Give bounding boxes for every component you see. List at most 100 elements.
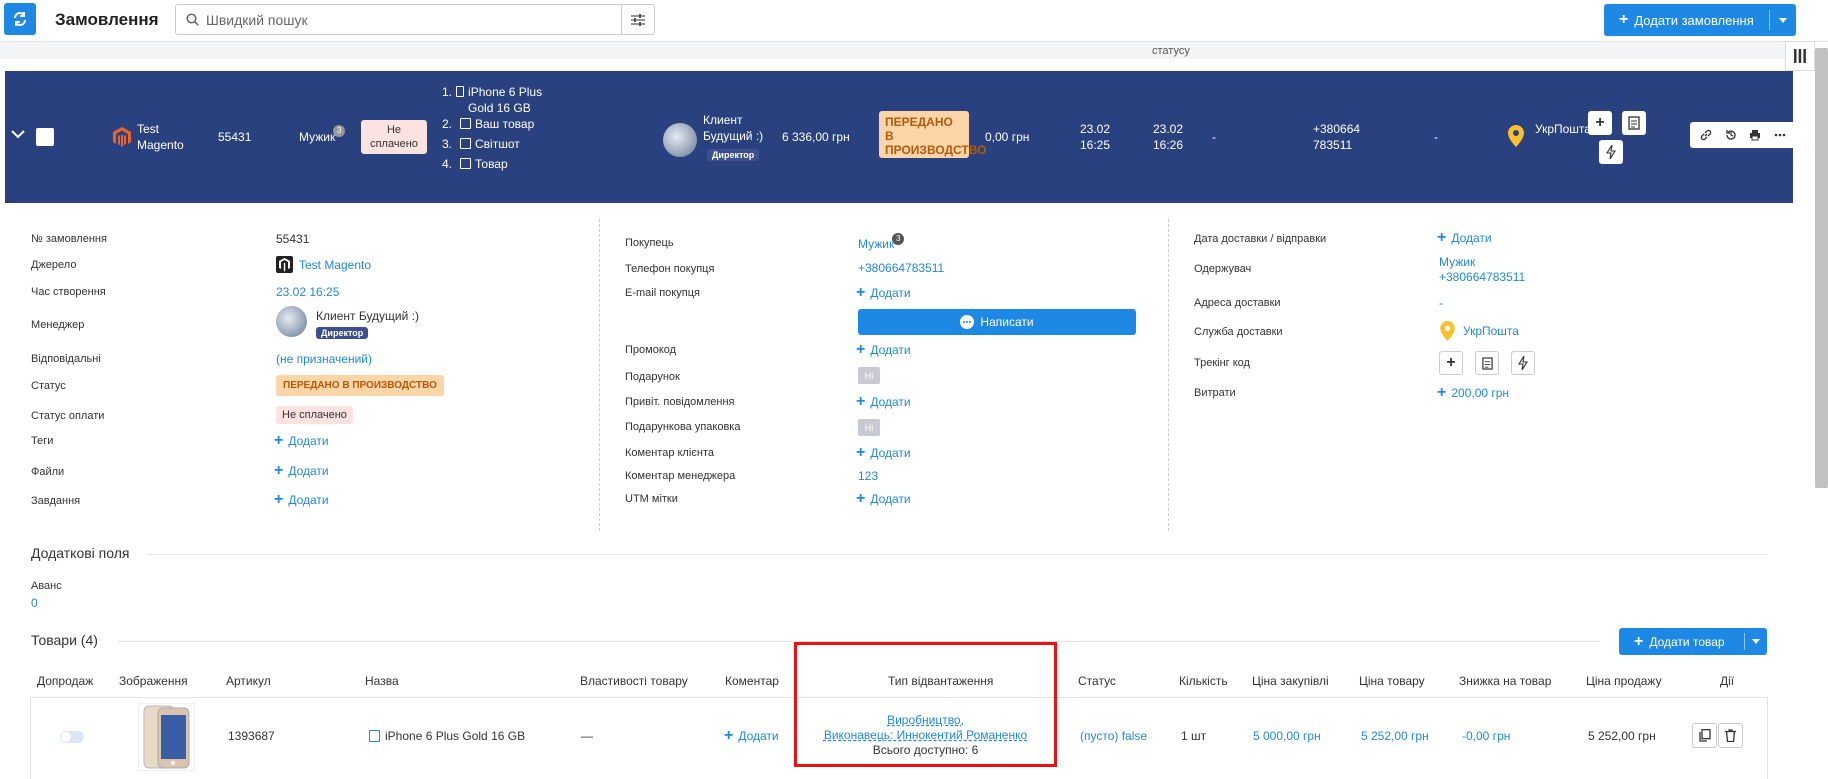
product-line: 3. Світшот [442, 137, 520, 151]
label-phone: Телефон покупця [625, 263, 715, 275]
order-row[interactable]: Test Magento 55431 Мужик 3 Не сплачено 1.… [5, 71, 1796, 203]
value-address[interactable]: - [1439, 296, 1443, 310]
filter-sliders-icon [631, 13, 645, 26]
map-pin-icon [1440, 321, 1455, 341]
cell-purchase-price[interactable]: 5 000,00 грн [1253, 729, 1321, 743]
copy-button[interactable] [1692, 723, 1717, 748]
cell-qty[interactable]: 1 шт [1181, 729, 1206, 743]
col-actions: Дії [1720, 674, 1735, 688]
link-icon[interactable] [1700, 129, 1712, 141]
label-gift: Подарунок [625, 371, 680, 383]
table-header-strip: статусу [0, 42, 1808, 59]
document-button[interactable] [1622, 111, 1646, 135]
label-email: E-mail покупця [625, 287, 700, 299]
order-delivery: УкрПошта [1535, 122, 1591, 136]
manager-role-badge: Директор [316, 325, 369, 339]
add-delivery-date-link[interactable]: + Додати [1437, 230, 1492, 246]
add-task-link[interactable]: + Додати [274, 491, 329, 508]
print-icon[interactable] [1749, 129, 1761, 141]
plus-icon: + [1619, 11, 1629, 28]
label-tasks: Завдання [31, 495, 81, 507]
costs-link[interactable]: +200,00 грн [1437, 384, 1509, 401]
more-icon[interactable] [1774, 129, 1786, 141]
add-tracking-button[interactable]: + [1439, 351, 1463, 375]
scrollbar[interactable] [1815, 48, 1828, 488]
product-line: 1. iPhone 6 Plus Gold 16 GB [442, 85, 543, 115]
search-input[interactable] [206, 10, 586, 30]
history-icon[interactable] [1725, 129, 1737, 141]
cell-shipping-type[interactable]: Виробництво, Виконавець: Иннокентий Рома… [798, 713, 1053, 758]
column-hint: статусу [1152, 45, 1190, 57]
plus-icon: + [856, 284, 866, 301]
plus-icon: + [724, 727, 734, 744]
add-tag-link[interactable]: + Додати [274, 433, 329, 449]
chevron-down-icon [1752, 639, 1760, 644]
col-price: Ціна товару [1359, 674, 1425, 688]
plus-icon: + [1446, 354, 1456, 371]
value-status-badge[interactable]: ПЕРЕДАНО В ПРОИЗВОДСТВО [276, 375, 444, 396]
chevron-down-icon [1779, 17, 1787, 23]
columns-button[interactable] [1785, 41, 1815, 71]
add-product-button[interactable]: + Додати товар [1619, 628, 1767, 655]
label-source: Джерело [31, 259, 77, 271]
label-client-comment: Коментар клієнта [625, 447, 715, 459]
label-manager: Менеджер [31, 319, 85, 331]
col-shipping-type[interactable]: Тип відвантаження [888, 674, 993, 688]
delete-button[interactable] [1718, 723, 1743, 748]
value-manager-comment[interactable]: 123 [858, 469, 878, 483]
document-button[interactable] [1475, 351, 1499, 375]
add-order-label: Додати замовлення [1634, 12, 1754, 28]
label-manager-comment: Коментар менеджера [625, 470, 736, 482]
plus-icon: + [856, 393, 866, 410]
write-message-button[interactable]: Написати [858, 309, 1136, 335]
add-greeting-link[interactable]: + Додати [856, 393, 911, 410]
order-manager: Клиент Будущий :) [703, 113, 764, 143]
value-phone[interactable]: +380664783511 [858, 261, 944, 275]
add-tracking-button[interactable]: + [1588, 111, 1612, 135]
label-service: Служба доставки [1194, 326, 1283, 338]
label-order-number: № замовлення [31, 233, 107, 245]
order-source: Test Magento [137, 122, 184, 152]
customer-name[interactable]: Мужик [299, 130, 335, 144]
chevron-down-icon[interactable] [11, 130, 25, 139]
add-order-dropdown[interactable] [1769, 10, 1796, 30]
col-image: Зображення [119, 674, 188, 688]
value-advance[interactable]: 0 [31, 596, 38, 610]
value-responsible[interactable]: (не призначений) [276, 352, 372, 366]
plus-icon: + [1634, 632, 1644, 650]
page-title: Замовлення [55, 10, 159, 29]
document-icon [1628, 116, 1640, 130]
flash-button[interactable] [1511, 351, 1535, 375]
order-checkbox[interactable] [36, 128, 54, 146]
add-order-button[interactable]: + Додати замовлення [1604, 4, 1796, 36]
refresh-button[interactable] [4, 3, 36, 35]
col-comment: Коментар [725, 674, 779, 688]
add-product-dropdown[interactable] [1744, 633, 1767, 650]
giftwrap-toggle[interactable]: Ні [858, 419, 880, 436]
order-paid: 0,00 грн [985, 130, 1030, 144]
filter-button[interactable] [621, 5, 654, 34]
add-comment-link[interactable]: + Додати [724, 727, 779, 744]
add-utm-link[interactable]: + Додати [856, 490, 911, 507]
plus-icon: + [1437, 384, 1447, 401]
cell-price[interactable]: 5 252,00 грн [1361, 729, 1429, 743]
cell-discount[interactable]: -0,00 грн [1462, 729, 1510, 743]
label-costs: Витрати [1194, 387, 1236, 399]
add-file-link[interactable]: + Додати [274, 463, 329, 479]
plus-icon: + [274, 491, 284, 508]
upsell-toggle[interactable] [60, 731, 84, 743]
add-email-link[interactable]: + Додати [856, 284, 911, 301]
plus-icon: + [856, 490, 866, 507]
gift-toggle[interactable]: Ні [858, 367, 880, 384]
add-promo-link[interactable]: + Додати [856, 342, 911, 358]
value-recipient-phone[interactable]: +380664783511 [1439, 270, 1525, 284]
cell-status[interactable]: (пусто) false [1080, 729, 1147, 743]
order-created: 23.02 16:25 [1080, 122, 1111, 152]
copy-icon [1698, 729, 1711, 742]
flash-button[interactable] [1599, 140, 1623, 164]
map-pin-icon [1508, 125, 1524, 147]
add-client-comment-link[interactable]: + Додати [856, 445, 911, 461]
value-recipient-name[interactable]: Мужик [1439, 255, 1475, 269]
order-phone[interactable]: +380664 783511 [1313, 121, 1373, 153]
order-status-badge[interactable]: ПЕРЕДАНО В ПРОИЗВОДСТВО [879, 111, 986, 158]
